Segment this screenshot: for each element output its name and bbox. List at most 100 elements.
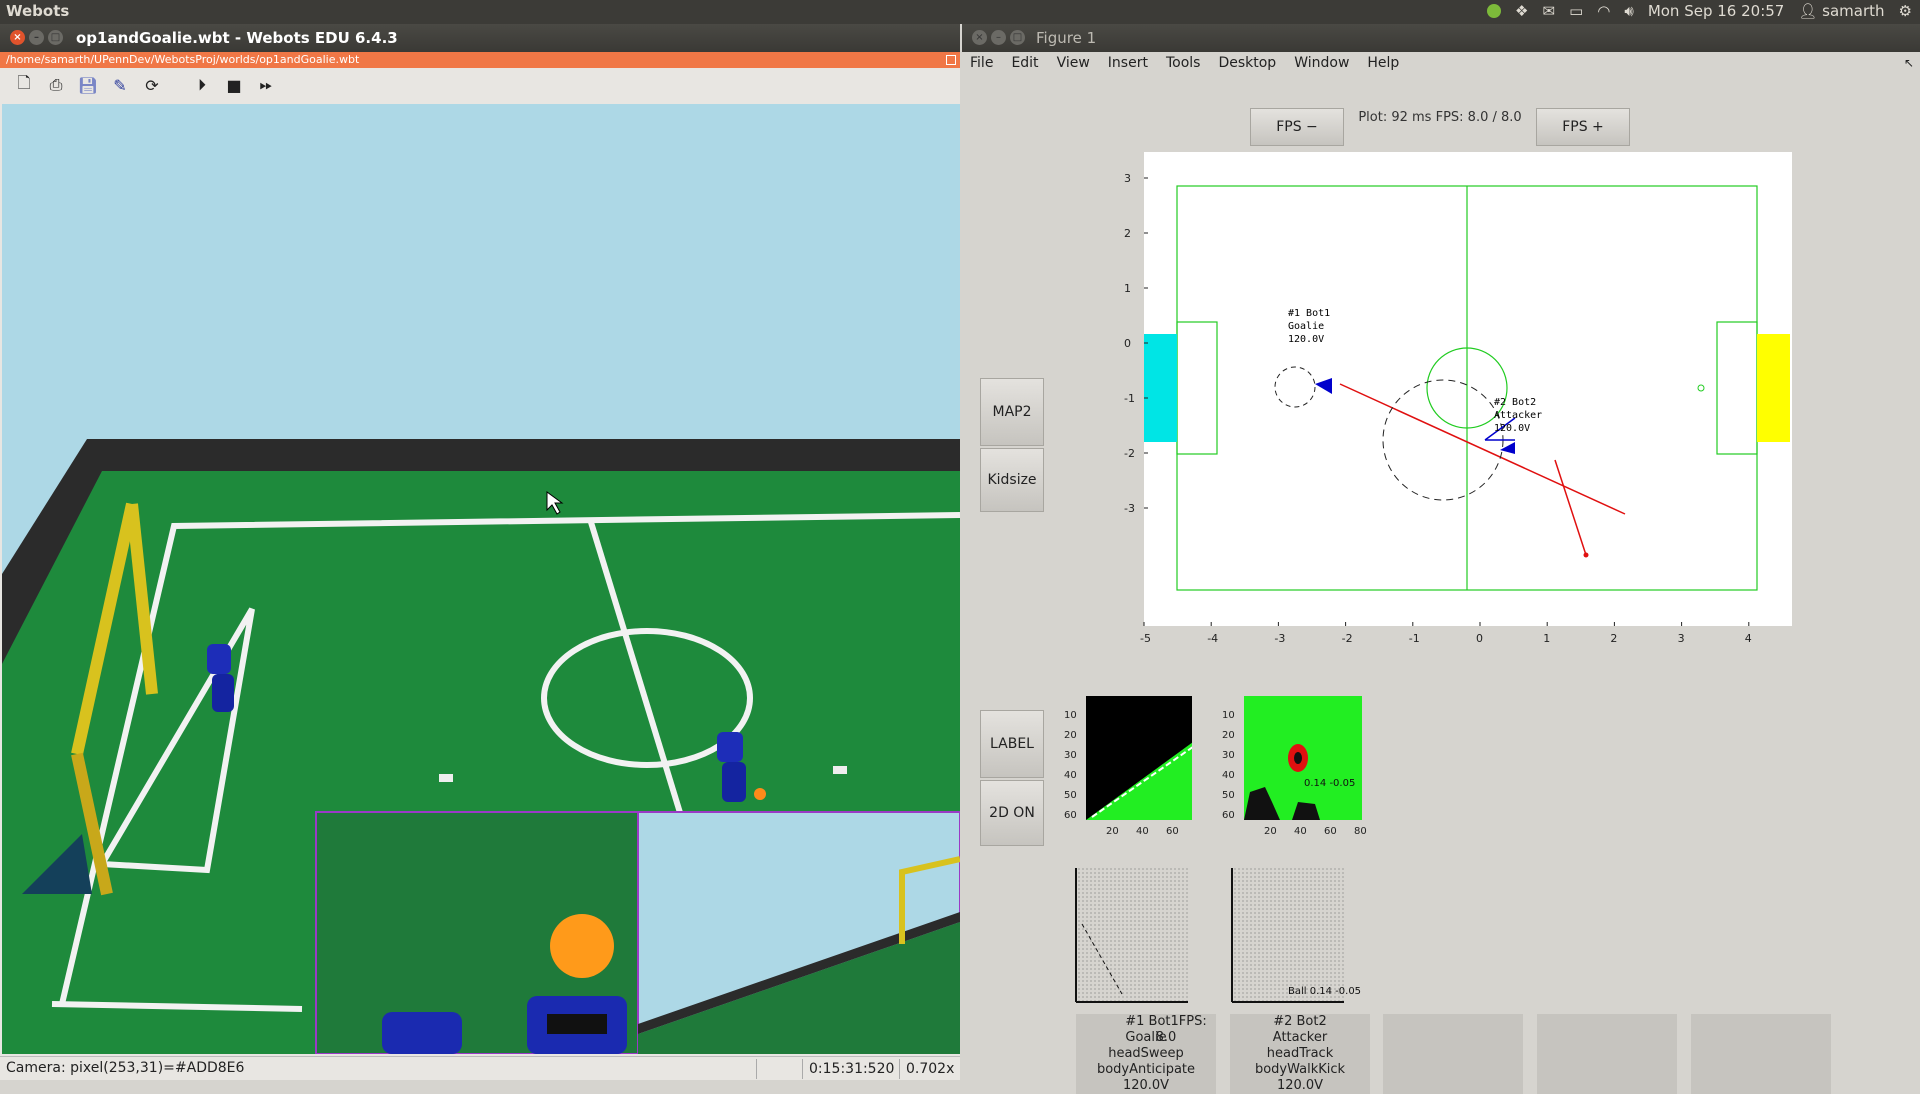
subplot-y-tick: 60: [1064, 810, 1077, 821]
bot2-label-line1: #2 Bot2: [1494, 397, 1536, 408]
bot2-head: headTrack: [1266, 1046, 1334, 1061]
map2-button[interactable]: MAP2: [980, 378, 1044, 446]
figure-titlebar[interactable]: × – □ Figure 1: [962, 24, 1920, 52]
y-tick-label: -2: [1124, 447, 1135, 460]
open-world-icon[interactable]: ⎙: [44, 73, 68, 97]
empty-panel-3: [1383, 1014, 1523, 1094]
menu-view[interactable]: View: [1057, 55, 1090, 71]
new-world-icon[interactable]: 🗋︎: [12, 73, 36, 97]
status-bar: Camera: pixel(253,31)=#ADD8E6 0:15:31:52…: [0, 1056, 960, 1080]
restore-icon[interactable]: [946, 55, 956, 65]
camera-pixel-readout: Camera: pixel(253,31)=#ADD8E6: [6, 1060, 245, 1076]
run-icon[interactable]: ⏵: [190, 73, 214, 97]
clock[interactable]: Mon Sep 16 20:57: [1648, 2, 1785, 20]
empty-panel-4: [1537, 1014, 1677, 1094]
close-icon[interactable]: ×: [10, 30, 25, 45]
status-empty: [756, 1059, 806, 1079]
fps-plus-button[interactable]: FPS +: [1536, 108, 1630, 146]
2d-toggle-button[interactable]: 2D ON: [980, 780, 1044, 846]
subplot-x-tick: 20: [1106, 826, 1119, 836]
subplot-x-tick: 20: [1264, 826, 1277, 836]
simulation-speed: 0.702x: [899, 1059, 954, 1079]
camera-view-2: [637, 811, 960, 1054]
volume-icon[interactable]: 🔊︎: [1624, 2, 1633, 20]
window-title: op1andGoalie.wbt - Webots EDU 6.4.3: [76, 29, 398, 47]
webots-titlebar[interactable]: × – □ op1andGoalie.wbt - Webots EDU 6.4.…: [0, 24, 960, 52]
menu-overflow-icon[interactable]: ↖: [1904, 56, 1914, 70]
world-path-text: /home/samarth/UPennDev/WebotsProj/worlds…: [6, 53, 360, 66]
subplot-y-tick: 50: [1064, 790, 1077, 801]
field-map-plot[interactable]: #1 Bot1 Goalie 120.0V #2 Bot2 Attacker 1…: [1120, 150, 1794, 646]
minimize-icon[interactable]: –: [991, 30, 1006, 45]
menu-desktop[interactable]: Desktop: [1218, 55, 1276, 71]
world-path: /home/samarth/UPennDev/WebotsProj/worlds…: [0, 52, 960, 68]
y-tick-label: -1: [1124, 392, 1135, 405]
y-tick-label: -3: [1124, 502, 1135, 515]
left-goal: [1144, 334, 1177, 442]
camera-label-plot-1: 102030405060 20406080: [1064, 696, 1192, 836]
wifi-icon[interactable]: ◠: [1597, 2, 1610, 20]
bot1-body: bodyAnticipate: [1096, 1062, 1196, 1077]
bot2-role: Attacker: [1272, 1030, 1328, 1045]
webots-window: × – □ op1andGoalie.wbt - Webots EDU 6.4.…: [0, 24, 960, 1080]
penalty-mark-right: [833, 766, 847, 774]
fast-forward-icon[interactable]: ⏩︎: [254, 73, 278, 97]
menu-edit[interactable]: Edit: [1011, 55, 1038, 71]
maximize-icon[interactable]: □: [48, 30, 63, 45]
x-tick-label: 1: [1543, 632, 1550, 645]
menu-tools[interactable]: Tools: [1166, 55, 1201, 71]
y-tick-label: 1: [1124, 282, 1131, 295]
x-tick-label: 2: [1610, 632, 1617, 645]
x-tick-label: 0: [1476, 632, 1483, 645]
x-tick-label: 4: [1745, 632, 1752, 645]
subplot-y-tick: 10: [1222, 710, 1235, 721]
menu-window[interactable]: Window: [1294, 55, 1349, 71]
3d-view[interactable]: [2, 104, 960, 1054]
simulation-time: 0:15:31:520: [802, 1059, 894, 1079]
revert-icon[interactable]: ⟳: [140, 73, 164, 97]
figure-window: × – □ Figure 1 File Edit View Insert Too…: [962, 24, 1920, 1094]
menu-help[interactable]: Help: [1367, 55, 1399, 71]
bot2-body: bodyWalkKick: [1254, 1062, 1346, 1077]
ball[interactable]: [754, 788, 766, 800]
save-world-icon[interactable]: 💾︎: [76, 73, 100, 97]
bot1-info-panel: #1 Bot1FPS: 8.0 Goalie headSweep bodyAnt…: [1076, 1014, 1216, 1094]
user-menu[interactable]: 👤︎ samarth: [1798, 2, 1884, 20]
subplot-y-tick: 10: [1064, 710, 1077, 721]
mail-icon[interactable]: ✉: [1543, 2, 1556, 20]
close-icon[interactable]: ×: [972, 30, 987, 45]
kidsize-button[interactable]: Kidsize: [980, 448, 1044, 512]
menu-file[interactable]: File: [970, 55, 993, 71]
edit-icon[interactable]: ✎: [108, 73, 132, 97]
subplot-y-tick: 20: [1064, 730, 1077, 741]
gear-icon[interactable]: ⚙: [1899, 2, 1912, 20]
bot2-info-panel: #2 Bot2 Attacker headTrack bodyWalkKick …: [1230, 1014, 1370, 1094]
figure-title: Figure 1: [1036, 29, 1097, 47]
right-goal: [1757, 334, 1790, 442]
x-tick-label: -1: [1409, 632, 1420, 645]
stop-icon[interactable]: ■: [222, 73, 246, 97]
empty-panel-5: [1691, 1014, 1831, 1094]
subplot-x-tick: 40: [1294, 826, 1307, 836]
minimize-icon[interactable]: –: [29, 30, 44, 45]
plot-area: [1144, 152, 1792, 626]
fps-minus-button[interactable]: FPS −: [1250, 108, 1344, 146]
webots-toolbar: 🗋︎ ⎙ 💾︎ ✎ ⟳ ⏵ ■ ⏩︎: [0, 68, 960, 102]
subplot-x-tick: 60: [1166, 826, 1179, 836]
dropbox-icon[interactable]: ❖: [1515, 2, 1528, 20]
subplot-x-tick: 80: [1354, 826, 1367, 836]
battery-icon[interactable]: ▭: [1569, 2, 1583, 20]
spotify-icon[interactable]: [1487, 4, 1502, 18]
fps-overlay: #1 Bot1FPS: 8.0: [1125, 1014, 1207, 1045]
y-tick-label: 3: [1124, 172, 1131, 185]
menu-insert[interactable]: Insert: [1108, 55, 1148, 71]
camera-label-plot-2: 0.14 -0.05 10 20 30 40 50 60 20 40 60 80: [1222, 696, 1367, 836]
label-button[interactable]: LABEL: [980, 710, 1044, 778]
x-tick-label: -5: [1140, 632, 1151, 645]
subplot-y-tick: 20: [1222, 730, 1235, 741]
fps-info: Plot: 92 ms FPS: 8.0 / 8.0: [1344, 106, 1536, 146]
maximize-icon[interactable]: □: [1010, 30, 1025, 45]
ball-position-label: 0.14 -0.05: [1304, 778, 1355, 789]
target-marker: [1583, 552, 1589, 558]
app-name: Webots: [6, 2, 70, 20]
